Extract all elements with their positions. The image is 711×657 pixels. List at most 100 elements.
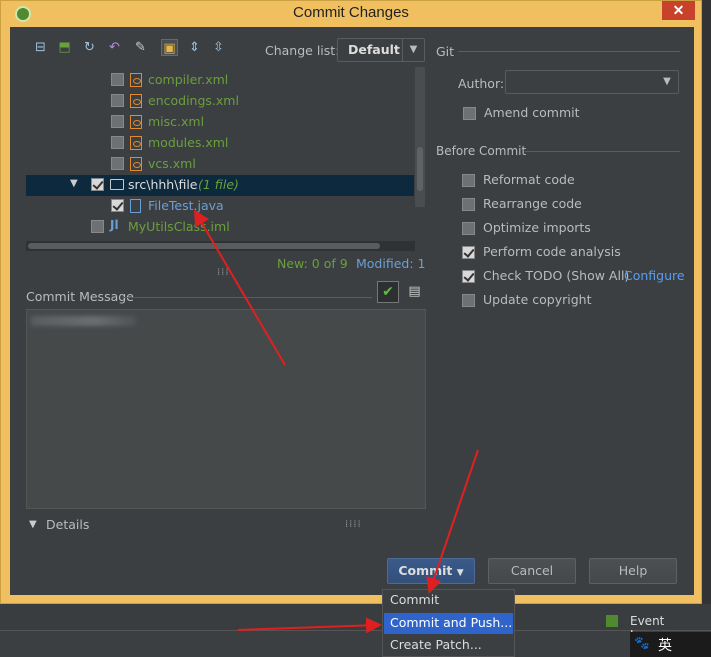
refresh-icon[interactable]: ↻ (81, 39, 98, 56)
scroll-thumb[interactable] (417, 147, 423, 191)
option-label: Rearrange code (483, 196, 582, 211)
optimize-checkbox[interactable] (462, 222, 475, 235)
ime-lang: 英 (658, 638, 672, 654)
tree-horizontal-scrollbar[interactable] (26, 241, 415, 251)
details-splitter-grip[interactable]: ⁞⁞⁞⁞ (345, 519, 362, 530)
close-button[interactable]: ✕ (662, 1, 695, 20)
tree-row-vcs[interactable]: vcs.xml (26, 154, 414, 175)
tree-row-compiler[interactable]: compiler.xml (26, 70, 414, 91)
author-input[interactable]: ▼ (505, 70, 679, 94)
file-checkbox[interactable] (91, 220, 104, 233)
file-checkbox[interactable] (111, 136, 124, 149)
file-checkbox[interactable] (111, 73, 124, 86)
git-separator (458, 51, 680, 52)
reformat-checkbox[interactable] (462, 174, 475, 187)
before-commit-title: Before Commit (436, 144, 527, 158)
file-name: MyUtilsClass.iml (128, 219, 230, 234)
xml-file-icon (130, 136, 142, 150)
title-bar: Commit Changes ✕ (1, 1, 701, 27)
copyright-checkbox[interactable] (462, 294, 475, 307)
option-label: Optimize imports (483, 220, 591, 235)
help-button[interactable]: Help (589, 558, 677, 584)
module-file-icon: Jl (110, 218, 119, 232)
file-checkbox[interactable] (111, 199, 124, 212)
chevron-down-icon[interactable]: ▼ (656, 71, 678, 93)
menu-item-create-patch[interactable]: Create Patch... (384, 635, 513, 656)
configure-link[interactable]: Configure (624, 268, 685, 283)
xml-file-icon (130, 94, 142, 108)
folder-icon (110, 179, 124, 190)
amend-checkbox[interactable] (463, 107, 476, 120)
commit-message-input[interactable] (26, 309, 426, 509)
expand-all-icon[interactable]: ⇕ (186, 39, 203, 56)
move-icon[interactable]: ⬒ (56, 39, 73, 56)
option-label: Check TODO (Show All) (483, 268, 630, 283)
chevron-down-icon: ▼ (456, 568, 464, 578)
commit-message-separator (122, 297, 372, 298)
edit-icon[interactable]: ✎ (132, 39, 149, 56)
ide-right-panel (702, 0, 711, 604)
tree-row-folder[interactable]: ▼ src\hhh\file (1 file) (26, 175, 414, 196)
tree-row-iml[interactable]: Jl MyUtilsClass.iml (26, 217, 414, 238)
folder-checkbox[interactable] (91, 178, 104, 191)
todo-checkbox[interactable] (462, 270, 475, 283)
tree-row-filetest[interactable]: FileTest.java (26, 196, 414, 217)
event-log-button[interactable]: Event Log (598, 612, 688, 642)
window-title: Commit Changes (293, 4, 409, 21)
changes-tree: compiler.xml encodings.xml misc.xml modu… (26, 67, 426, 253)
file-name: encodings.xml (148, 93, 239, 108)
xml-file-icon (130, 73, 142, 87)
file-name: modules.xml (148, 135, 229, 150)
tree-vertical-scrollbar[interactable] (415, 67, 425, 207)
file-checkbox[interactable] (111, 94, 124, 107)
author-label: Author: (458, 76, 505, 91)
chevron-down-icon: ▼ (402, 39, 424, 61)
ide-statusbar (0, 630, 711, 657)
commit-message-label: Commit Message (26, 289, 134, 304)
option-label: Reformat code (483, 172, 575, 187)
scroll-thumb[interactable] (28, 243, 380, 249)
splitter-grip[interactable]: ⁞⁞⁞ (217, 267, 230, 278)
menu-item-commit[interactable]: Commit (384, 590, 513, 611)
commit-dropdown-menu: Commit Commit and Push... Create Patch..… (382, 589, 515, 657)
amend-label: Amend commit (484, 105, 580, 120)
group-by-folder-icon[interactable]: ▣ (161, 39, 178, 56)
file-checkbox[interactable] (111, 157, 124, 170)
event-log-icon (606, 615, 618, 627)
java-file-icon (130, 199, 141, 213)
change-list-select[interactable]: Default ▼ (337, 38, 425, 62)
change-list-value: Default (348, 42, 400, 57)
tree-row-encodings[interactable]: encodings.xml (26, 91, 414, 112)
rearrange-checkbox[interactable] (462, 198, 475, 211)
diff-icon[interactable]: ⊟ (32, 39, 49, 56)
file-name: vcs.xml (148, 156, 196, 171)
history-icon[interactable]: ▤ (406, 283, 423, 300)
commit-window: Commit Changes ✕ ⊟ ⬒ ↻ ↶ ✎ ▣ ⇕ ⇳ Change … (0, 0, 702, 604)
folder-file-count: (1 file) (198, 177, 239, 192)
summary-new: New: 0 of 9 (277, 256, 348, 271)
menu-item-commit-and-push[interactable]: Commit and Push... (384, 613, 513, 634)
tree-row-misc[interactable]: misc.xml (26, 112, 414, 133)
folder-name: src\hhh\file (128, 177, 198, 192)
analysis-checkbox[interactable] (462, 246, 475, 259)
paw-icon: 🐾 (634, 635, 650, 650)
before-commit-separator (525, 151, 680, 152)
dialog-body: ⊟ ⬒ ↻ ↶ ✎ ▣ ⇕ ⇳ Change list: Default ▼ c… (10, 27, 694, 595)
redacted-text (31, 316, 136, 326)
details-label[interactable]: Details (46, 517, 89, 532)
revert-icon[interactable]: ↶ (106, 39, 123, 56)
commit-button-label: Commit (398, 563, 453, 578)
option-label: Perform code analysis (483, 244, 621, 259)
chevron-down-icon[interactable]: ▼ (70, 178, 78, 189)
option-label: Update copyright (483, 292, 592, 307)
cancel-button[interactable]: Cancel (488, 558, 576, 584)
commit-button[interactable]: Commit ▼ (387, 558, 475, 584)
file-checkbox[interactable] (111, 115, 124, 128)
file-name: misc.xml (148, 114, 205, 129)
spellcheck-icon[interactable]: ✔ (377, 281, 399, 303)
file-name: FileTest.java (148, 198, 224, 213)
tree-row-modules[interactable]: modules.xml (26, 133, 414, 154)
collapse-all-icon[interactable]: ⇳ (210, 39, 227, 56)
summary-modified: Modified: 1 (356, 256, 426, 271)
details-chevron-icon[interactable]: ▼ (29, 519, 37, 530)
